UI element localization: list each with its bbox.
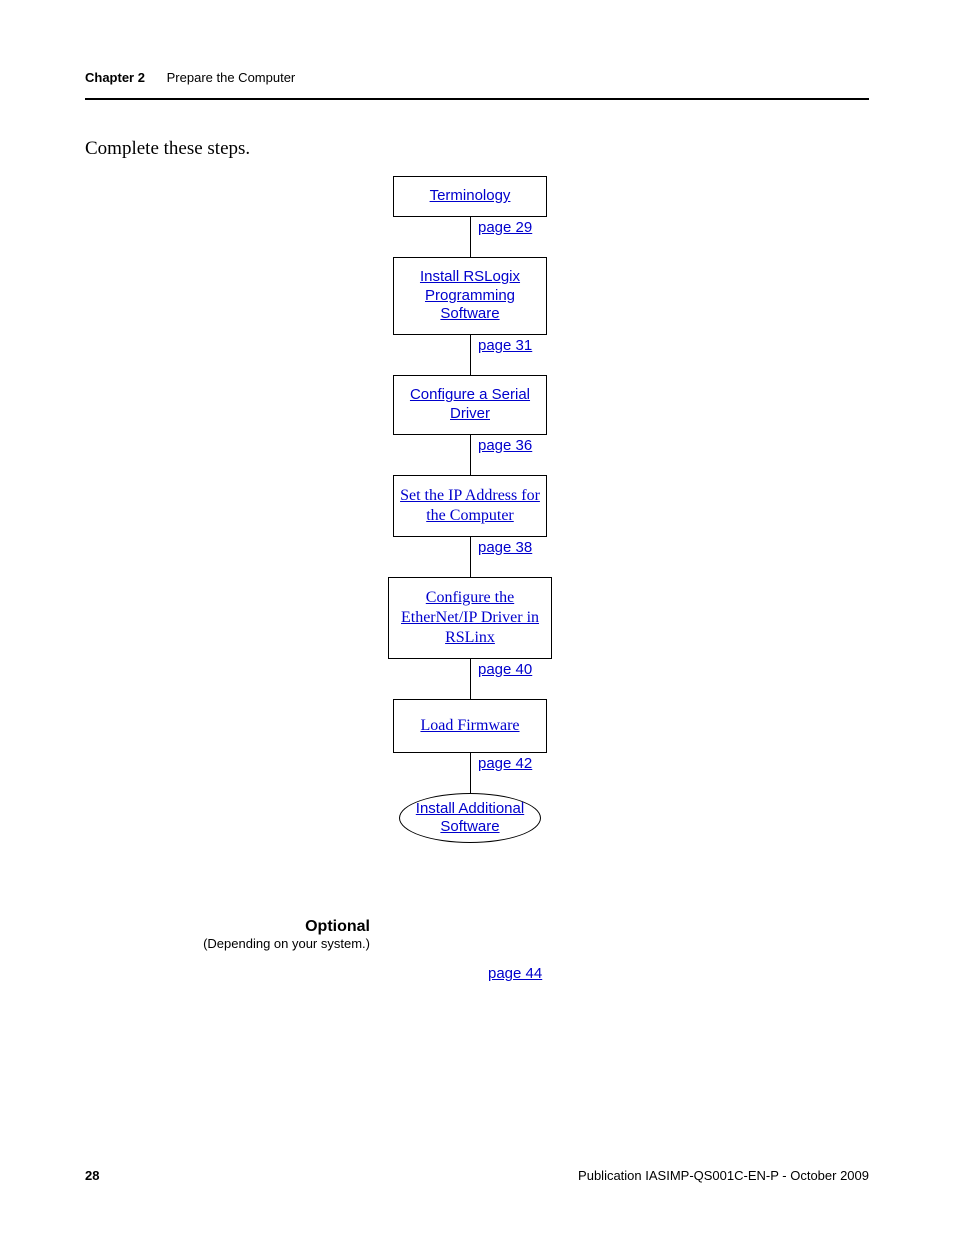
flow-link-install-additional[interactable]: Install Additional Software (400, 800, 540, 836)
page-header: Chapter 2 Prepare the Computer (85, 70, 869, 85)
connector-line-icon (470, 537, 471, 577)
page-ref-link-oval[interactable]: page 44 (488, 965, 542, 982)
flow-connector: page 29 (370, 217, 570, 257)
flow-node-terminology: Terminology (393, 176, 547, 217)
flow-link-terminology[interactable]: Terminology (430, 187, 511, 204)
flow-link-configure-ethernet[interactable]: Configure the EtherNet/IP Driver in RSLi… (401, 589, 539, 646)
chapter-label: Chapter 2 (85, 70, 145, 85)
flow-link-install-rslogix[interactable]: Install RSLogix Programming Software (420, 268, 520, 323)
optional-label: Optional (Depending on your system.) (200, 918, 370, 951)
footer-page-number: 28 (85, 1168, 99, 1183)
flow-node-load-firmware: Load Firmware (393, 699, 547, 753)
flow-link-set-ip[interactable]: Set the IP Address for the Computer (400, 487, 540, 524)
header-rule (85, 98, 869, 100)
connector-line-icon (470, 659, 471, 699)
page-ref-link[interactable]: page 31 (478, 337, 532, 354)
flow-node-configure-ethernet: Configure the EtherNet/IP Driver in RSLi… (388, 577, 552, 659)
flow-oval-install-additional: Install Additional Software (399, 793, 541, 843)
flow-link-configure-serial[interactable]: Configure a Serial Driver (410, 386, 530, 422)
flow-node-install-rslogix: Install RSLogix Programming Software (393, 257, 547, 335)
optional-title: Optional (200, 918, 370, 936)
flow-connector: page 42 (370, 753, 570, 793)
flowchart: Terminology page 29 Install RSLogix Prog… (370, 176, 570, 843)
page-ref-link[interactable]: page 42 (478, 755, 532, 772)
flow-connector: page 40 (370, 659, 570, 699)
footer-publication: Publication IASIMP-QS001C-EN-P - October… (578, 1168, 869, 1183)
flow-node-set-ip: Set the IP Address for the Computer (393, 475, 547, 537)
intro-text: Complete these steps. (85, 138, 250, 160)
flow-node-configure-serial: Configure a Serial Driver (393, 375, 547, 435)
page-ref-link[interactable]: page 29 (478, 219, 532, 236)
flow-connector: page 38 (370, 537, 570, 577)
optional-sub: (Depending on your system.) (200, 936, 370, 951)
page-ref-link[interactable]: page 40 (478, 661, 532, 678)
page-ref-link[interactable]: page 36 (478, 437, 532, 454)
flow-connector: page 36 (370, 435, 570, 475)
connector-line-icon (470, 335, 471, 375)
flow-connector: page 31 (370, 335, 570, 375)
flow-link-load-firmware[interactable]: Load Firmware (420, 717, 519, 734)
page-ref-link[interactable]: page 38 (478, 539, 532, 556)
connector-line-icon (470, 435, 471, 475)
connector-line-icon (470, 753, 471, 793)
chapter-title: Prepare the Computer (167, 70, 296, 85)
connector-line-icon (470, 217, 471, 257)
